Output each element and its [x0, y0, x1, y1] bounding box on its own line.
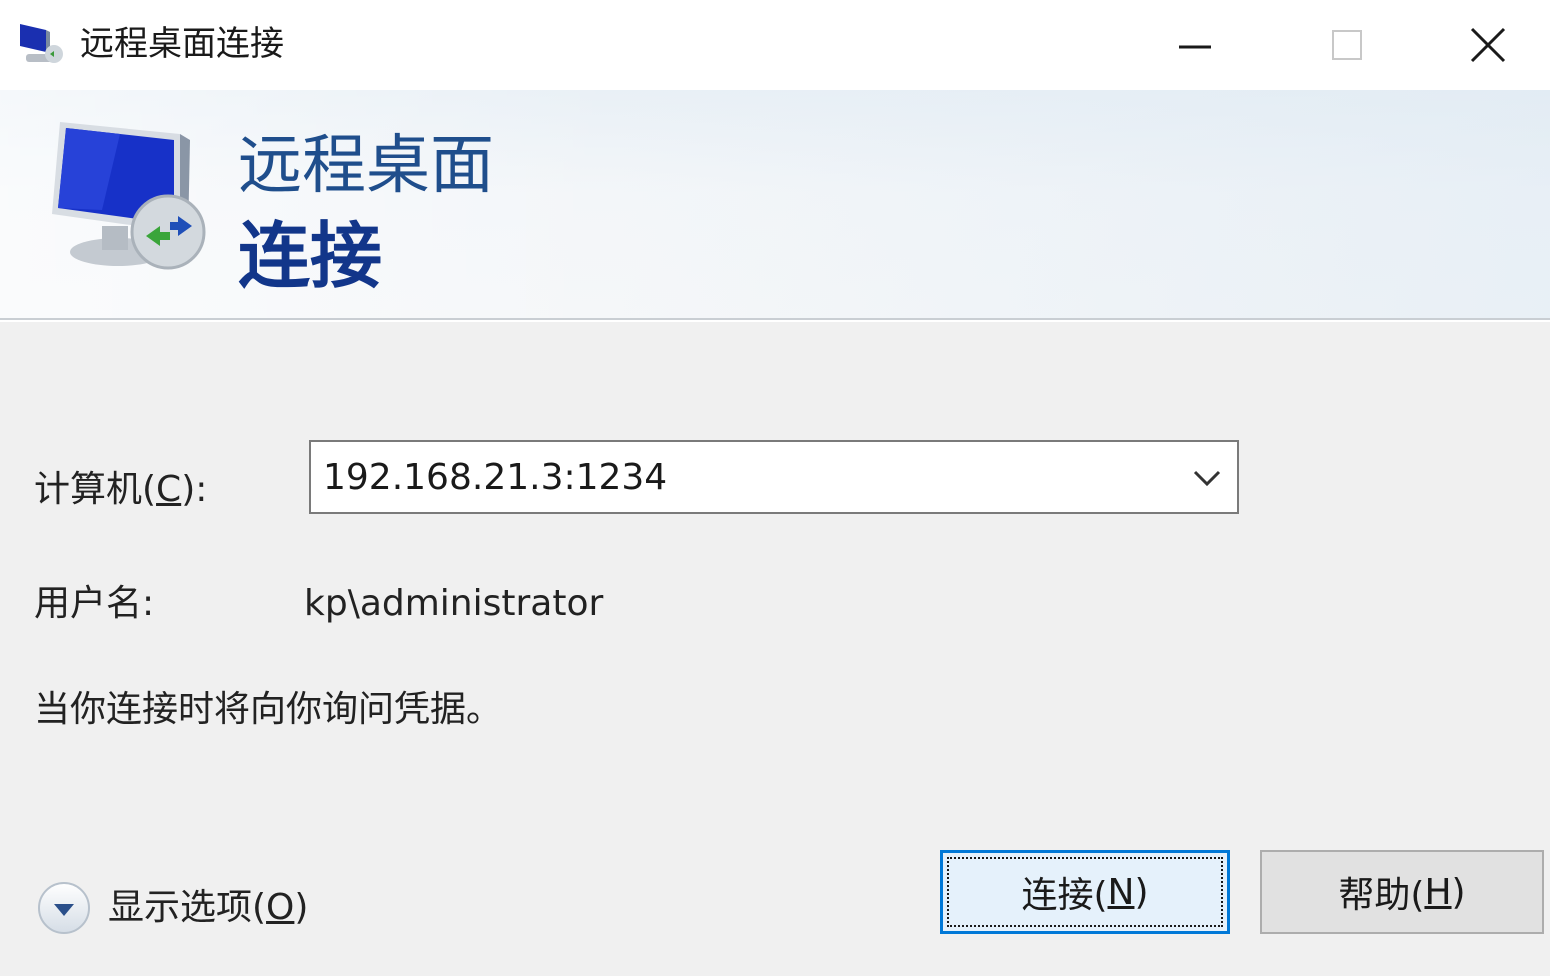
show-options-prefix: 显示选项(: [108, 887, 267, 928]
computer-combobox[interactable]: 192.168.21.3:1234: [309, 440, 1239, 514]
banner-title-line1: 远程桌面: [238, 129, 494, 203]
computer-input[interactable]: 192.168.21.3:1234: [323, 456, 667, 500]
remote-desktop-icon: [20, 24, 63, 63]
banner-glow: [0, 90, 1550, 318]
window-title: 远程桌面连接: [80, 24, 284, 64]
computer-label-key: C: [156, 469, 182, 510]
remote-desktop-banner-icon: [52, 122, 206, 270]
close-icon: [1470, 27, 1506, 63]
show-options-toggle[interactable]: 显示选项(O): [36, 876, 308, 940]
help-button[interactable]: 帮助(H): [1260, 850, 1544, 934]
minimize-icon: [1179, 45, 1211, 49]
computer-label: 计算机(C):: [34, 468, 207, 512]
show-options-key: O: [266, 887, 295, 928]
computer-label-prefix: 计算机(: [34, 469, 157, 510]
minimize-button[interactable]: [1120, 0, 1270, 90]
help-label-prefix: 帮助(: [1338, 875, 1425, 916]
maximize-button[interactable]: [1272, 0, 1422, 90]
banner-title-line2: 连接: [238, 214, 383, 298]
expand-circle-icon[interactable]: [36, 880, 92, 936]
username-label: 用户名:: [34, 583, 155, 624]
help-label-key: H: [1424, 871, 1452, 913]
title-bar[interactable]: 远程桌面连接: [0, 0, 1550, 90]
focus-ring: [947, 857, 1223, 927]
show-options-label[interactable]: 显示选项(O): [108, 886, 308, 930]
connect-button[interactable]: 连接(N): [940, 850, 1230, 934]
credentials-hint: 当你连接时将向你询问凭据。: [34, 689, 503, 730]
username-value: kp\administrator: [304, 583, 604, 624]
header-divider: [0, 318, 1550, 322]
remote-desktop-window: 远程桌面连接 远程桌面 连接 计算机(C): 192.168.21.3:1234…: [0, 0, 1550, 976]
maximize-icon: [1332, 30, 1362, 60]
computer-label-suffix: ):: [181, 469, 208, 510]
show-options-suffix: ): [294, 887, 309, 928]
chevron-down-icon[interactable]: [1189, 462, 1225, 494]
help-label-suffix: ): [1451, 871, 1466, 913]
header-banner: 远程桌面 连接: [0, 90, 1550, 318]
close-button[interactable]: [1426, 0, 1550, 90]
